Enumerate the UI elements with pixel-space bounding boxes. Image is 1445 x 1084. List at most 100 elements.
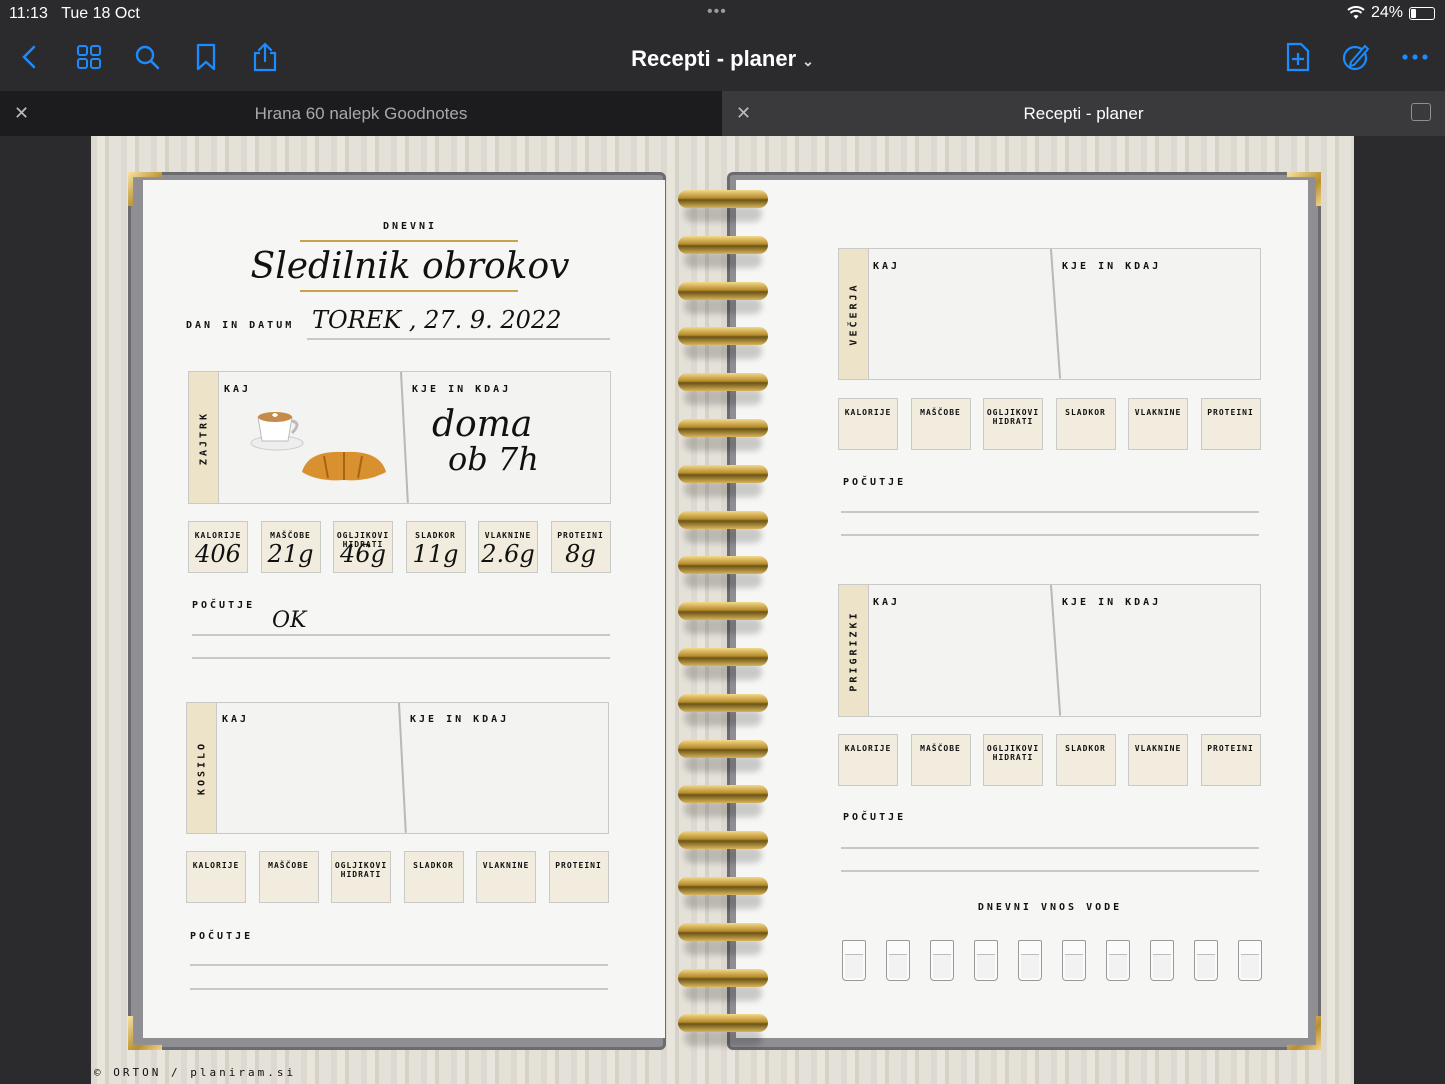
nutrient-box[interactable]: KALORIJE 406 bbox=[188, 521, 248, 573]
nutrient-box[interactable]: KALORIJE bbox=[186, 851, 246, 903]
nutrient-box[interactable]: SLADKOR 11g bbox=[405, 521, 466, 573]
nutrient-box[interactable]: MAŠČOBE bbox=[910, 734, 971, 786]
nutrient-box[interactable]: SLADKOR bbox=[1055, 734, 1116, 786]
spiral-ring bbox=[678, 278, 768, 314]
close-icon[interactable]: ✕ bbox=[14, 103, 29, 124]
spiral-ring bbox=[678, 965, 768, 1001]
dinner-box[interactable]: VEČERJA bbox=[838, 248, 1261, 380]
spiral-ring bbox=[678, 1010, 768, 1047]
nutrient-value[interactable]: 8g bbox=[552, 540, 610, 568]
nutrient-label: OGLJIKOVI HIDRATI bbox=[986, 744, 1040, 762]
nutrient-label: SLADKOR bbox=[413, 861, 454, 870]
nutrient-box[interactable]: MAŠČOBE bbox=[910, 398, 971, 450]
water-label: DNEVNI VNOS VODE bbox=[977, 902, 1123, 913]
water-glass-icon[interactable] bbox=[1062, 940, 1086, 981]
nutrient-label: SLADKOR bbox=[1065, 408, 1106, 417]
nutrient-box[interactable]: PROTEINI 8g bbox=[550, 521, 611, 573]
close-icon[interactable]: ✕ bbox=[736, 103, 751, 124]
tab-label: Hrana 60 nalepk Goodnotes bbox=[254, 103, 468, 123]
dinner-tag: VEČERJA bbox=[839, 249, 869, 379]
water-glass-icon[interactable] bbox=[1106, 940, 1130, 981]
kaj-label: KAJ bbox=[224, 384, 252, 395]
document-title[interactable]: Recepti - planer ⌄ bbox=[0, 46, 1445, 72]
nutrient-label: MAŠČOBE bbox=[270, 531, 311, 540]
feeling-rule bbox=[190, 964, 608, 966]
pencil-icon[interactable] bbox=[1341, 42, 1371, 72]
feeling-rule bbox=[841, 847, 1259, 849]
spiral-ring bbox=[678, 690, 768, 726]
nutrient-box[interactable]: KALORIJE bbox=[838, 734, 898, 786]
nutrient-value[interactable]: 406 bbox=[189, 540, 247, 568]
water-glass-icon[interactable] bbox=[886, 940, 910, 981]
nutrient-value[interactable]: 11g bbox=[407, 540, 465, 568]
kje-label: KJE IN KDAJ bbox=[412, 384, 512, 395]
water-glass-icon[interactable] bbox=[974, 940, 998, 981]
multitasking-dots-icon[interactable]: ••• bbox=[707, 3, 727, 21]
nutrient-value[interactable]: 2.6g bbox=[479, 540, 537, 568]
nutrient-box[interactable]: MAŠČOBE 21g bbox=[260, 521, 321, 573]
nutrient-box[interactable]: VLAKNINE bbox=[1128, 734, 1188, 786]
nutrient-label: VLAKNINE bbox=[482, 861, 530, 870]
nutrient-box[interactable]: PROTEINI bbox=[1200, 734, 1261, 786]
feeling-label: POČUTJE bbox=[843, 477, 907, 488]
lunch-box[interactable]: KOSILO bbox=[186, 702, 609, 834]
tab-hrana[interactable]: ✕ Hrana 60 nalepk Goodnotes bbox=[0, 91, 722, 136]
nutrient-value[interactable]: 46g bbox=[334, 540, 392, 568]
nutrient-box[interactable]: OGLJIKOVI HIDRATI bbox=[983, 398, 1043, 450]
kje-label: KJE IN KDAJ bbox=[410, 714, 510, 725]
breakfast-time[interactable]: ob 7h bbox=[448, 440, 539, 478]
date-value[interactable]: TOREK , 27. 9. 2022 bbox=[312, 306, 562, 334]
snacks-box[interactable]: PRIGRIZKI bbox=[838, 584, 1261, 717]
croissant-sticker-icon[interactable] bbox=[298, 448, 390, 482]
nutrient-box[interactable]: MAŠČOBE bbox=[258, 851, 319, 903]
date-rule bbox=[307, 338, 610, 340]
feeling-rule bbox=[192, 634, 610, 636]
feeling-value[interactable]: OK bbox=[272, 608, 306, 633]
nutrient-label: KALORIJE bbox=[192, 861, 240, 870]
nutrient-box[interactable]: OGLJIKOVI HIDRATI 46g bbox=[333, 521, 393, 573]
nutrient-box[interactable]: SLADKOR bbox=[403, 851, 464, 903]
title-chevron-down-icon[interactable]: ⌄ bbox=[802, 53, 814, 69]
wifi-icon bbox=[1347, 6, 1365, 19]
nutrient-box[interactable]: VLAKNINE bbox=[476, 851, 536, 903]
water-glass-icon[interactable] bbox=[842, 940, 866, 981]
more-icon[interactable] bbox=[1400, 42, 1430, 72]
nutrient-box[interactable]: KALORIJE bbox=[838, 398, 898, 450]
status-bar: 11:13 Tue 18 Oct ••• 24% bbox=[0, 0, 1445, 28]
nutrient-box[interactable]: VLAKNINE bbox=[1128, 398, 1188, 450]
nutrient-value[interactable]: 21g bbox=[262, 540, 320, 568]
kaj-label: KAJ bbox=[222, 714, 250, 725]
lunch-tag: KOSILO bbox=[187, 703, 217, 833]
nutrient-box[interactable]: OGLJIKOVI HIDRATI bbox=[983, 734, 1043, 786]
nutrient-label: PROTEINI bbox=[1207, 408, 1254, 417]
nutrient-box[interactable]: SLADKOR bbox=[1055, 398, 1116, 450]
nutrient-box[interactable]: VLAKNINE 2.6g bbox=[478, 521, 538, 573]
tab-bar: ✕ Hrana 60 nalepk Goodnotes ✕ Recepti - … bbox=[0, 91, 1445, 136]
nutrient-box[interactable]: PROTEINI bbox=[548, 851, 609, 903]
spiral-ring bbox=[678, 919, 768, 955]
nutrient-label: MAŠČOBE bbox=[268, 861, 309, 870]
footer-credit: © ORTON / planiram.si bbox=[94, 1066, 297, 1079]
nutrient-box[interactable]: PROTEINI bbox=[1200, 398, 1261, 450]
breakfast-tag: ZAJTRK bbox=[189, 372, 219, 503]
nutrient-label: VLAKNINE bbox=[484, 531, 532, 540]
status-time: 11:13 Tue 18 Oct bbox=[9, 5, 140, 22]
coffee-cup-sticker-icon[interactable] bbox=[250, 405, 304, 451]
water-glass-icon[interactable] bbox=[1238, 940, 1262, 981]
kje-label: KJE IN KDAJ bbox=[1062, 261, 1162, 272]
kicker-label: DNEVNI bbox=[382, 221, 438, 232]
add-page-icon[interactable] bbox=[1283, 42, 1313, 72]
breakfast-place[interactable]: doma bbox=[432, 404, 532, 445]
nutrient-box[interactable]: OGLJIKOVI HIDRATI bbox=[331, 851, 391, 903]
tab-recepti[interactable]: ✕ Recepti - planer bbox=[722, 91, 1445, 136]
nutrient-label: SLADKOR bbox=[1065, 744, 1106, 753]
water-glass-icon[interactable] bbox=[1018, 940, 1042, 981]
feeling-label: POČUTJE bbox=[192, 600, 256, 611]
split-view-icon[interactable] bbox=[1411, 103, 1431, 121]
water-glass-icon[interactable] bbox=[930, 940, 954, 981]
spiral-ring bbox=[678, 781, 768, 818]
feeling-label: POČUTJE bbox=[190, 931, 254, 942]
water-glass-icon[interactable] bbox=[1150, 940, 1174, 981]
water-glass-icon[interactable] bbox=[1194, 940, 1218, 981]
snacks-tag: PRIGRIZKI bbox=[839, 585, 869, 716]
